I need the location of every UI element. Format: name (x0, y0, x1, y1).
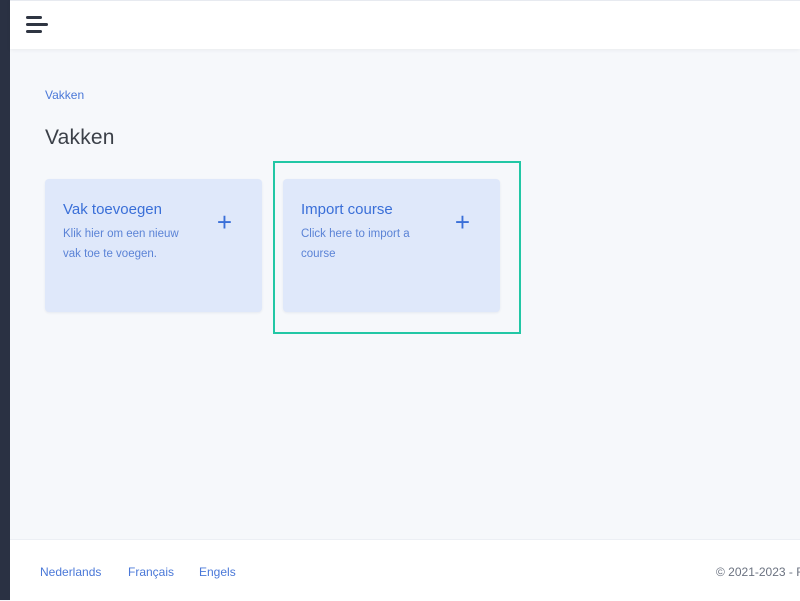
add-course-card[interactable]: Vak toevoegen Klik hier om een nieuw vak… (45, 179, 262, 312)
language-link-engels[interactable]: Engels (199, 565, 236, 579)
language-link-nederlands[interactable]: Nederlands (40, 565, 101, 579)
import-course-card[interactable]: Import course Click here to import a cou… (283, 179, 500, 312)
copyright-text: © 2021-2023 - F (716, 565, 800, 579)
card-description: Klik hier om een nieuw vak toe te voegen… (63, 228, 179, 260)
sidebar-strip (0, 0, 10, 600)
page-title: Vakken (45, 126, 115, 149)
footer: Nederlands Français Engels © 2021-2023 -… (10, 539, 800, 601)
hamburger-menu-icon[interactable] (26, 15, 50, 35)
card-description: Click here to import a course (301, 228, 410, 260)
top-bar (10, 0, 800, 49)
breadcrumb-item-vakken[interactable]: Vakken (45, 88, 84, 102)
plus-icon: + (216, 207, 232, 237)
plus-icon: + (454, 207, 470, 237)
language-link-francais[interactable]: Français (128, 565, 174, 579)
